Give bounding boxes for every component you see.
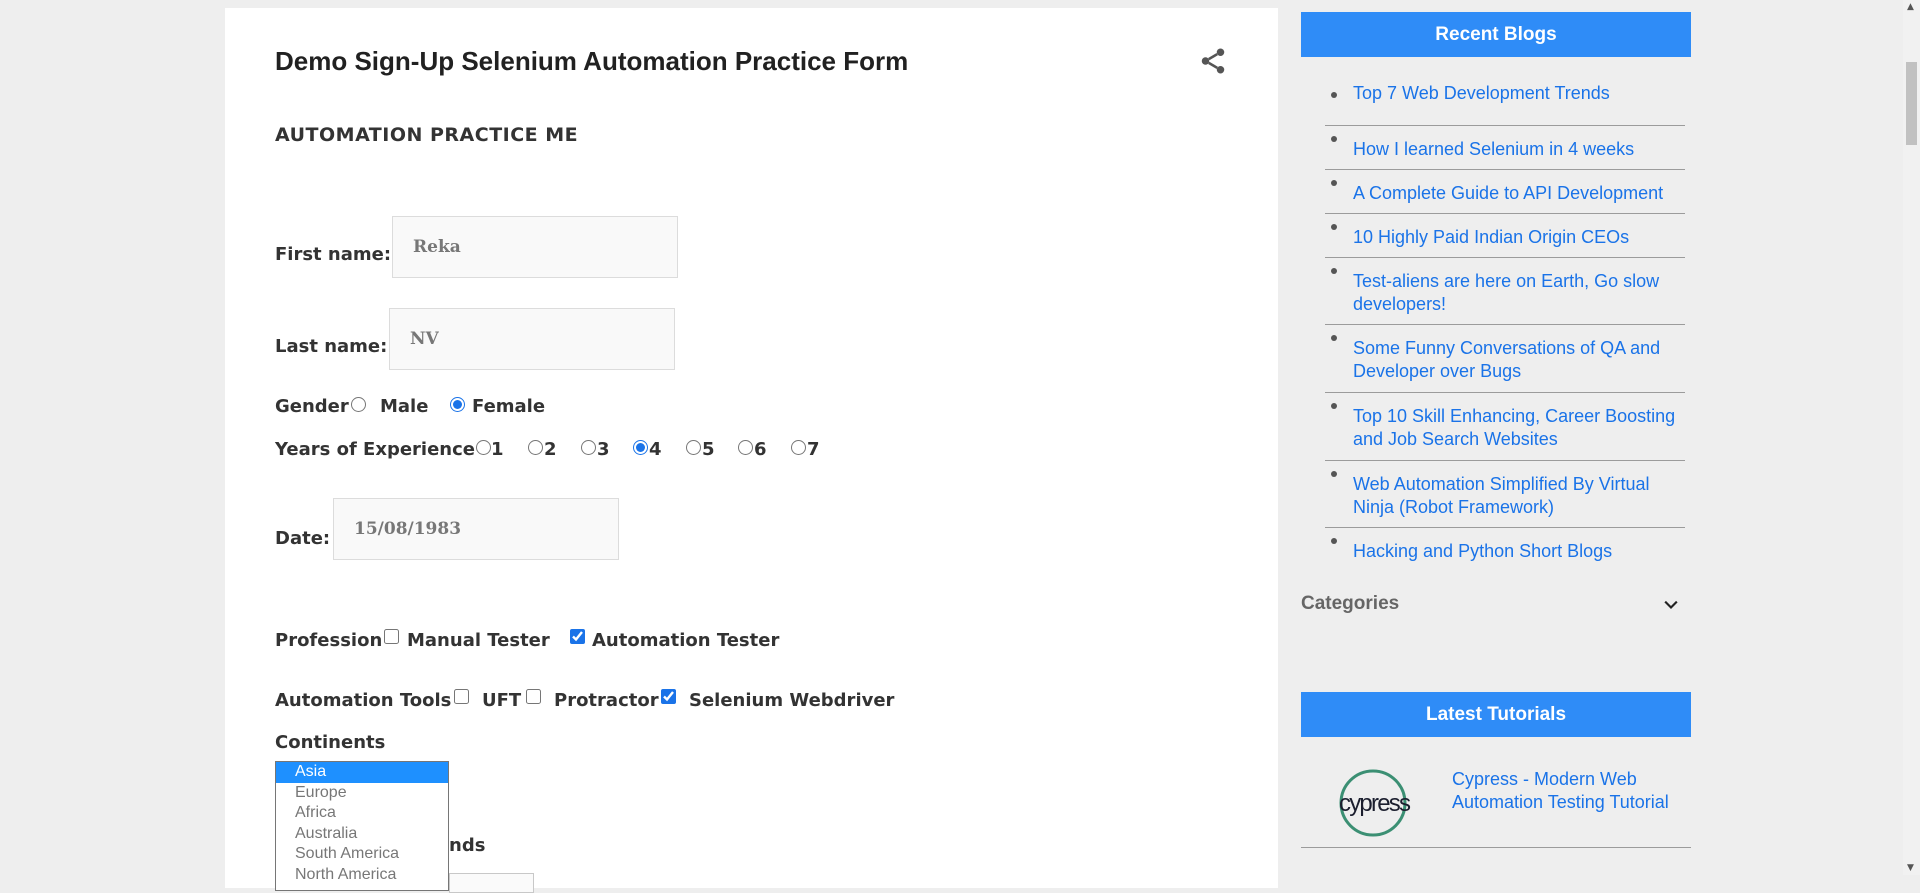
tool-uft-label: UFT: [482, 690, 522, 711]
list-item: Top 10 Skill Enhancing, Career Boosting …: [1325, 393, 1685, 461]
experience-radio-1[interactable]: [476, 440, 491, 455]
list-item: Web Automation Simplified By Virtual Nin…: [1325, 461, 1685, 528]
section-title: AUTOMATION PRACTICE ME: [275, 124, 579, 146]
continent-option-south-america[interactable]: South America: [276, 844, 448, 865]
experience-option-5: 5: [702, 439, 715, 460]
list-item: How I learned Selenium in 4 weeks: [1325, 126, 1685, 170]
selenium-commands-select[interactable]: [449, 873, 534, 893]
profession-manual-label: Manual Tester: [407, 630, 550, 651]
recent-blogs-header: Recent Blogs: [1301, 12, 1691, 57]
profession-manual-checkbox[interactable]: [384, 629, 399, 644]
tool-selenium-label: Selenium Webdriver: [689, 690, 895, 711]
list-item: Hacking and Python Short Blogs: [1325, 528, 1685, 564]
experience-option-7: 7: [807, 439, 820, 460]
blog-link[interactable]: How I learned Selenium in 4 weeks: [1353, 138, 1685, 161]
blog-link[interactable]: Web Automation Simplified By Virtual Nin…: [1353, 473, 1685, 519]
divider: [1301, 847, 1691, 848]
gender-male-label: Male: [380, 396, 429, 417]
continent-option-africa[interactable]: Africa: [276, 803, 448, 824]
list-item: Top 7 Web Development Trends: [1325, 82, 1685, 126]
tools-label: Automation Tools: [275, 690, 452, 711]
continent-option-europe[interactable]: Europe: [276, 783, 448, 804]
latest-tutorials-header: Latest Tutorials: [1301, 692, 1691, 737]
chevron-down-icon[interactable]: [1661, 595, 1681, 615]
experience-option-6: 6: [754, 439, 767, 460]
categories-label: Categories: [1301, 593, 1400, 614]
cypress-logo-text: cypress: [1339, 790, 1411, 817]
blog-link[interactable]: Some Funny Conversations of QA and Devel…: [1353, 337, 1685, 383]
blog-link[interactable]: A Complete Guide to API Development: [1353, 182, 1685, 205]
tutorial-link[interactable]: Cypress - Modern Web Automation Testing …: [1452, 768, 1692, 814]
profession-label: Profession: [275, 630, 383, 651]
experience-label: Years of Experience: [275, 439, 476, 460]
recent-blogs-list: Top 7 Web Development Trends How I learn…: [1325, 82, 1685, 564]
experience-radio-5[interactable]: [686, 440, 701, 455]
gender-female-label: Female: [472, 396, 546, 417]
last-name-label: Last name:: [275, 336, 388, 357]
tool-protractor-label: Protractor: [554, 690, 659, 711]
selenium-commands-label-partial: nds: [449, 835, 486, 856]
experience-radio-7[interactable]: [791, 440, 806, 455]
tool-selenium-checkbox[interactable]: [661, 689, 676, 704]
blog-link[interactable]: Top 7 Web Development Trends: [1353, 82, 1685, 105]
page-scrollbar[interactable]: ▲ ▼: [1903, 0, 1920, 875]
tool-protractor-checkbox[interactable]: [526, 689, 541, 704]
list-item: Some Funny Conversations of QA and Devel…: [1325, 325, 1685, 393]
experience-option-2: 2: [544, 439, 557, 460]
experience-radio-6[interactable]: [738, 440, 753, 455]
experience-radio-3[interactable]: [581, 440, 596, 455]
share-icon[interactable]: [1198, 46, 1228, 76]
blog-link[interactable]: 10 Highly Paid Indian Origin CEOs: [1353, 226, 1685, 249]
blog-link[interactable]: Top 10 Skill Enhancing, Career Boosting …: [1353, 405, 1685, 451]
experience-option-4: 4: [649, 439, 662, 460]
blog-link[interactable]: Hacking and Python Short Blogs: [1353, 540, 1685, 563]
gender-male-radio[interactable]: [351, 397, 366, 412]
list-item: 10 Highly Paid Indian Origin CEOs: [1325, 214, 1685, 258]
date-input[interactable]: 15/08/1983: [333, 498, 619, 560]
scroll-thumb[interactable]: [1906, 62, 1917, 145]
profession-automation-label: Automation Tester: [592, 630, 780, 651]
cypress-logo[interactable]: cypress: [1335, 767, 1415, 839]
date-label: Date:: [275, 528, 331, 549]
post-card: Demo Sign-Up Selenium Automation Practic…: [225, 8, 1278, 893]
continents-listbox[interactable]: Asia Europe Africa Australia South Ameri…: [275, 761, 449, 891]
page-title: Demo Sign-Up Selenium Automation Practic…: [275, 46, 909, 76]
scroll-down-icon[interactable]: ▼: [1907, 863, 1914, 873]
first-name-label: First name:: [275, 244, 392, 265]
experience-radio-2[interactable]: [528, 440, 543, 455]
continents-label: Continents: [275, 732, 386, 753]
experience-option-1: 1: [491, 439, 504, 460]
experience-option-3: 3: [597, 439, 610, 460]
categories-toggle[interactable]: Categories: [1301, 593, 1691, 617]
profession-automation-checkbox[interactable]: [570, 629, 585, 644]
continent-option-asia[interactable]: Asia: [276, 762, 448, 783]
scroll-up-icon[interactable]: ▲: [1907, 2, 1914, 12]
blog-link[interactable]: Test-aliens are here on Earth, Go slow d…: [1353, 270, 1685, 316]
tool-uft-checkbox[interactable]: [454, 689, 469, 704]
gender-female-radio[interactable]: [450, 397, 465, 412]
last-name-input[interactable]: NV: [389, 308, 675, 370]
experience-radio-4[interactable]: [633, 440, 648, 455]
list-item: Test-aliens are here on Earth, Go slow d…: [1325, 258, 1685, 325]
continent-option-australia[interactable]: Australia: [276, 824, 448, 845]
gender-label: Gender: [275, 396, 349, 417]
first-name-input[interactable]: Reka: [392, 216, 678, 278]
list-item: A Complete Guide to API Development: [1325, 170, 1685, 214]
